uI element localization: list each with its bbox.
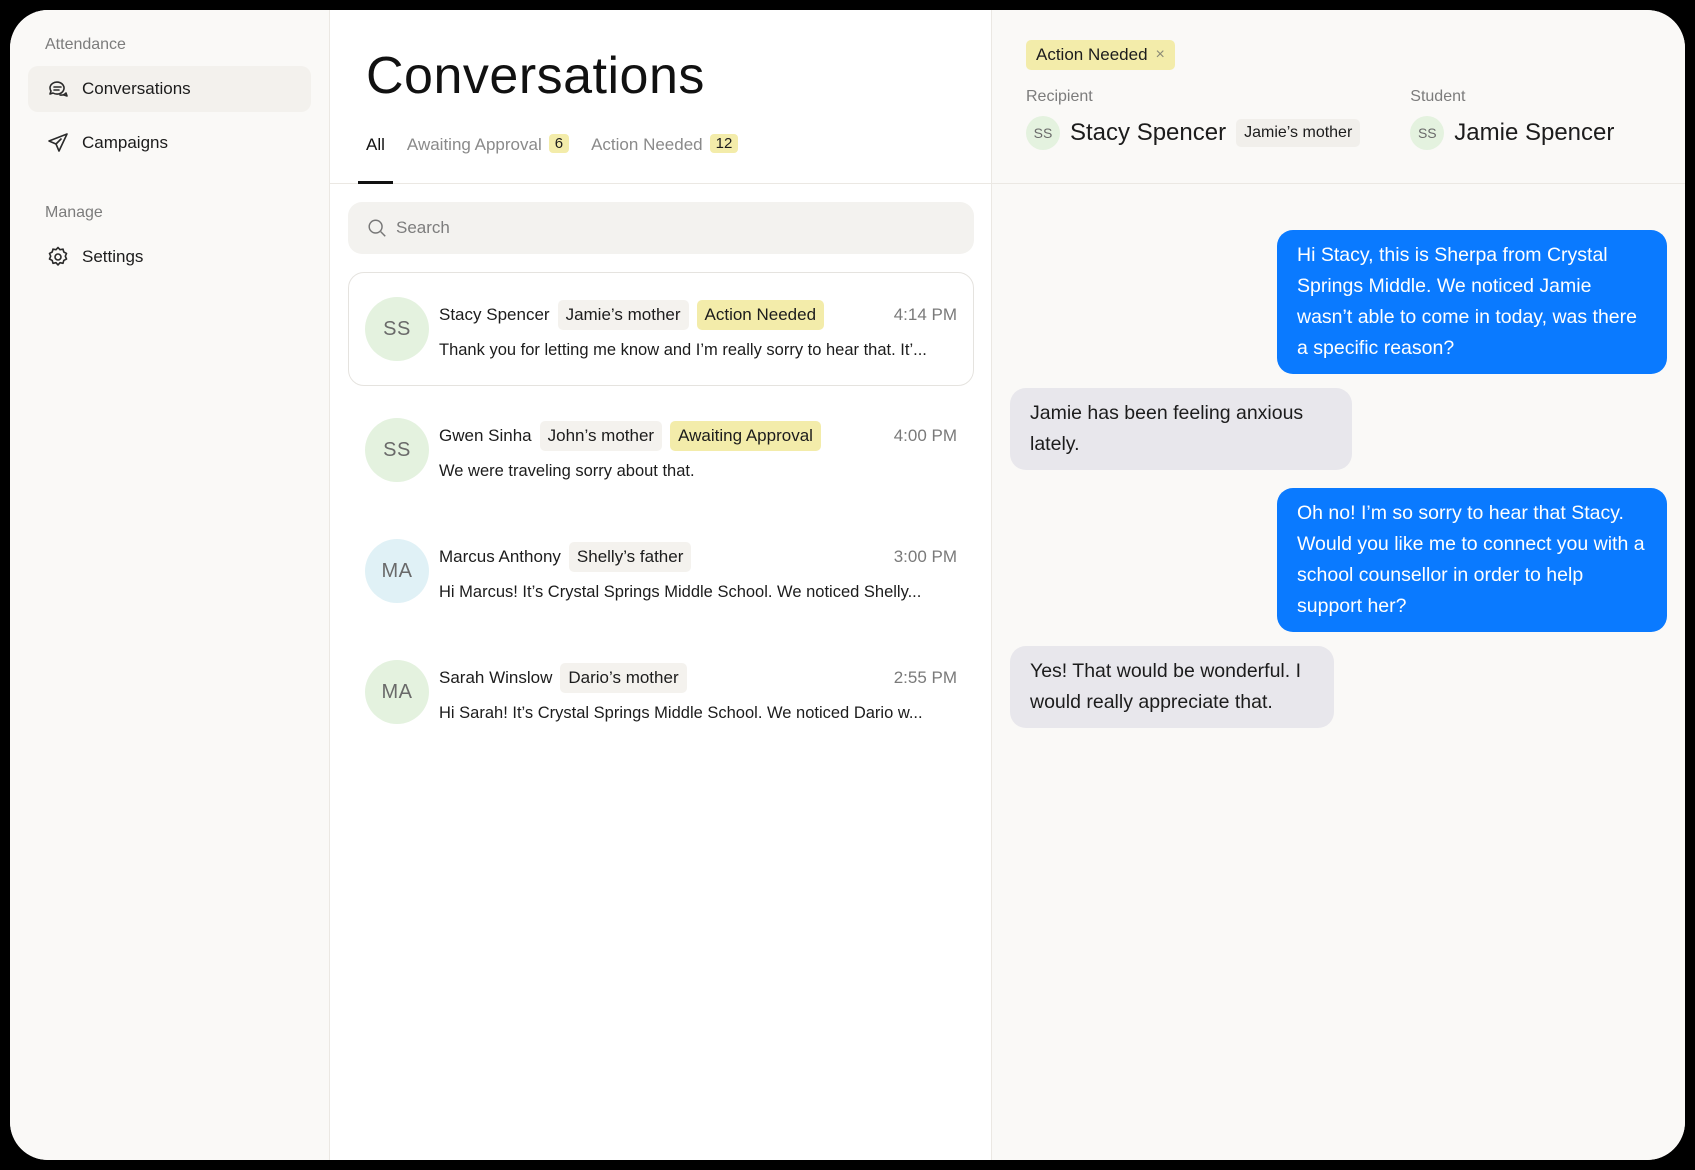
status-badge: Action Needed xyxy=(696,299,825,330)
contact-name: Marcus Anthony xyxy=(439,546,561,566)
outgoing-message: Oh no! I’m so sorry to hear that Stacy. … xyxy=(1277,488,1667,632)
status-tag: Action Needed × xyxy=(1026,40,1175,70)
message-preview: We were traveling sorry about that. xyxy=(439,461,695,480)
avatar: SS xyxy=(365,418,429,482)
tab-label: Awaiting Approval xyxy=(406,135,542,154)
gear-icon xyxy=(48,246,68,266)
sidebar-item-conversations[interactable]: Conversations xyxy=(28,66,311,112)
relation-chip: Jamie’s mother xyxy=(1236,119,1361,147)
close-icon[interactable]: × xyxy=(1156,46,1165,64)
search-input[interactable] xyxy=(396,218,936,238)
conversation-list-pane: Conversations All Awaiting Approval 6 Ac… xyxy=(330,10,992,1160)
detail-header: Action Needed × Recipient SS Stacy Spenc… xyxy=(992,10,1685,184)
relation-chip: Shelly’s father xyxy=(568,541,692,572)
incoming-message: Yes! That would be wonderful. I would re… xyxy=(1010,646,1334,728)
tab-all[interactable]: All xyxy=(358,127,393,184)
contact-name: Sarah Winslow xyxy=(439,667,553,687)
status-tag-label: Action Needed xyxy=(1036,45,1148,64)
avatar: SS xyxy=(365,297,429,361)
student-label: Student xyxy=(1410,88,1466,105)
relation-chip: Jamie’s mother xyxy=(557,299,689,330)
recipient-info: Recipient SS Stacy Spencer Jamie’s mothe… xyxy=(1026,88,1361,150)
incoming-message: Jamie has been feeling anxious lately. xyxy=(1010,388,1352,470)
section-label-attendance: Attendance xyxy=(45,36,126,53)
recipient-label: Recipient xyxy=(1026,88,1093,105)
count-badge: 6 xyxy=(548,134,570,153)
page-title: Conversations xyxy=(366,47,705,105)
timestamp: 2:55 PM xyxy=(893,667,957,687)
section-label-manage: Manage xyxy=(45,204,103,221)
tab-awaiting-approval[interactable]: Awaiting Approval 6 xyxy=(406,127,570,183)
filter-tabs: All Awaiting Approval 6 Action Needed 12 xyxy=(358,127,739,184)
conversation-list: SS Stacy Spencer Jamie’s mother Action N… xyxy=(348,272,974,756)
search-icon xyxy=(368,219,386,237)
tab-action-needed[interactable]: Action Needed 12 xyxy=(591,127,739,183)
conversation-body: Sarah Winslow Dario’s mother 2:55 PM Hi … xyxy=(439,662,957,723)
conversation-body: Gwen Sinha John’s mother Awaiting Approv… xyxy=(439,420,957,481)
student-name: Jamie Spencer xyxy=(1454,119,1615,146)
avatar: SS xyxy=(1410,116,1445,150)
message-preview: Thank you for letting me know and I’m re… xyxy=(439,340,927,359)
conversation-body: Stacy Spencer Jamie’s mother Action Need… xyxy=(439,299,957,360)
sidebar-item-label: Conversations xyxy=(82,79,191,98)
tab-label: Action Needed xyxy=(591,135,703,154)
contact-name: Stacy Spencer xyxy=(439,304,550,324)
avatar: MA xyxy=(365,539,429,603)
recipient-name: Stacy Spencer xyxy=(1070,119,1227,146)
conversation-row[interactable]: SS Stacy Spencer Jamie’s mother Action N… xyxy=(348,272,974,386)
conversation-row[interactable]: MA Marcus Anthony Shelly’s father 3:00 P… xyxy=(348,514,974,628)
outgoing-message: Hi Stacy, this is Sherpa from Crystal Sp… xyxy=(1277,230,1667,374)
status-badge: Awaiting Approval xyxy=(670,420,821,451)
send-icon xyxy=(48,133,68,152)
conversation-row[interactable]: SS Gwen Sinha John’s mother Awaiting App… xyxy=(348,393,974,507)
sidebar-item-campaigns[interactable]: Campaigns xyxy=(28,120,311,166)
timestamp: 4:14 PM xyxy=(893,304,957,324)
list-header: Conversations All Awaiting Approval 6 Ac… xyxy=(330,10,991,184)
message-preview: Hi Sarah! It’s Crystal Springs Middle Sc… xyxy=(439,703,923,722)
sidebar-item-label: Campaigns xyxy=(82,133,168,152)
conversation-detail-pane: Action Needed × Recipient SS Stacy Spenc… xyxy=(992,10,1685,1160)
tab-label: All xyxy=(366,135,385,154)
conversation-row[interactable]: MA Sarah Winslow Dario’s mother 2:55 PM … xyxy=(348,635,974,749)
app-window: Attendance Conversations Campaigns Manag… xyxy=(10,10,1685,1160)
sidebar-item-label: Settings xyxy=(82,247,144,266)
conversation-body: Marcus Anthony Shelly’s father 3:00 PM H… xyxy=(439,541,957,602)
timestamp: 3:00 PM xyxy=(893,546,957,566)
timestamp: 4:00 PM xyxy=(893,425,957,445)
chat-bubbles-icon xyxy=(49,81,68,97)
count-badge: 12 xyxy=(709,134,739,153)
sidebar: Attendance Conversations Campaigns Manag… xyxy=(10,10,330,1160)
relation-chip: Dario’s mother xyxy=(560,662,687,693)
avatar: SS xyxy=(1026,116,1060,150)
relation-chip: John’s mother xyxy=(539,420,663,451)
student-info: Student SS Jamie Spencer xyxy=(1410,88,1614,150)
conversation-meta: Recipient SS Stacy Spencer Jamie’s mothe… xyxy=(1026,88,1614,150)
message-preview: Hi Marcus! It’s Crystal Springs Middle S… xyxy=(439,582,922,601)
contact-name: Gwen Sinha xyxy=(439,425,532,445)
sidebar-item-settings[interactable]: Settings xyxy=(28,234,311,280)
avatar: MA xyxy=(365,660,429,724)
search-bar xyxy=(348,202,974,254)
